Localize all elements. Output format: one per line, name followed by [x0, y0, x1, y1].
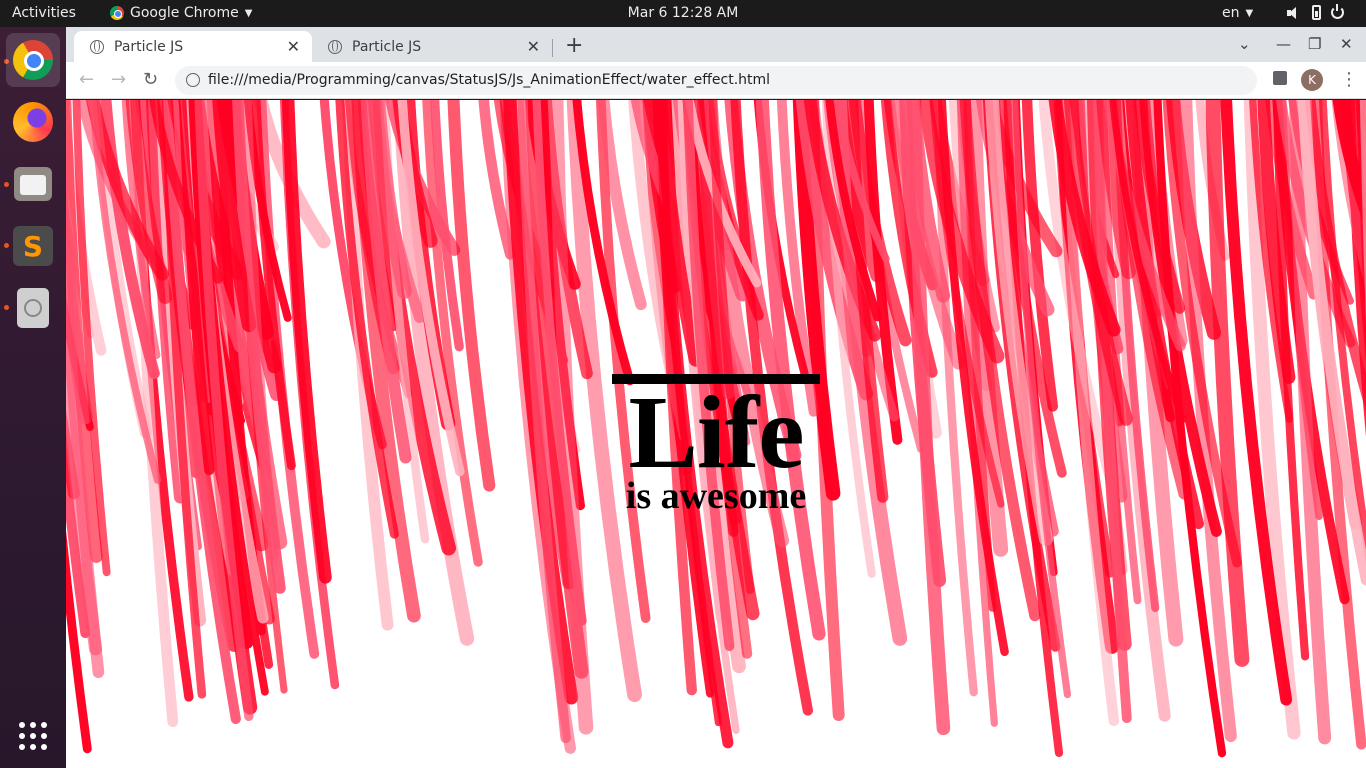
dock-files[interactable]	[6, 157, 60, 211]
input-language-menu[interactable]: en ▼	[1222, 5, 1253, 21]
close-tab-icon[interactable]: ✕	[287, 37, 300, 56]
tab-particle-js-1[interactable]: Particle JS ✕	[74, 31, 312, 62]
headline-block: Life is awesome	[612, 374, 820, 517]
apps-grid-icon[interactable]	[19, 722, 47, 750]
dock-disc-utility[interactable]	[6, 281, 60, 335]
volume-icon	[1286, 6, 1302, 20]
address-bar[interactable]: file:///media/Programming/canvas/StatusJ…	[175, 66, 1257, 95]
clock[interactable]: Mar 6 12:28 AM	[0, 5, 1366, 21]
caret-down-icon: ▼	[1245, 7, 1254, 19]
profile-avatar[interactable]: K	[1301, 69, 1323, 91]
page-info-icon[interactable]	[186, 73, 200, 87]
disc-icon	[17, 288, 49, 328]
globe-icon	[90, 39, 104, 54]
page-viewport: Life is awesome	[66, 100, 1366, 768]
extensions-puzzle-icon[interactable]	[1273, 71, 1287, 85]
sublime-text-icon: S	[13, 226, 53, 266]
system-top-bar: Activities Google Chrome ▼ Mar 6 12:28 A…	[0, 0, 1366, 27]
new-tab-button[interactable]: +	[565, 33, 583, 58]
forward-button[interactable]: →	[111, 69, 126, 90]
back-button[interactable]: ←	[79, 69, 94, 90]
firefox-icon	[13, 102, 53, 142]
tab-particle-js-2[interactable]: Particle JS ✕	[312, 31, 552, 62]
menu-kebab-icon[interactable]: ⋮	[1340, 69, 1358, 90]
close-window-button[interactable]: ✕	[1340, 35, 1353, 53]
language-label: en	[1222, 5, 1240, 21]
dock-sublime-text[interactable]: S	[6, 219, 60, 273]
system-menu[interactable]	[1286, 4, 1344, 20]
dock-chrome[interactable]	[6, 33, 60, 87]
power-icon	[1331, 4, 1344, 19]
close-tab-icon[interactable]: ✕	[527, 37, 540, 56]
tab-title: Particle JS	[352, 38, 422, 55]
browser-toolbar: ← → ↻ file:///media/Programming/canvas/S…	[66, 62, 1366, 99]
dock: S	[0, 27, 66, 768]
tab-search-icon[interactable]: ⌄	[1238, 35, 1251, 53]
files-icon	[14, 167, 52, 201]
headline-life: Life	[628, 375, 804, 490]
tab-strip: Particle JS ✕ Particle JS ✕ + ⌄ — ❐ ✕	[66, 27, 1366, 62]
url-text: file:///media/Programming/canvas/StatusJ…	[208, 72, 771, 88]
tab-separator	[552, 39, 553, 57]
tab-title: Particle JS	[114, 38, 184, 55]
minimize-button[interactable]: —	[1276, 35, 1291, 53]
dock-firefox[interactable]	[6, 95, 60, 149]
chrome-icon	[13, 40, 53, 80]
headline-subtitle: is awesome	[625, 475, 807, 517]
reload-button[interactable]: ↻	[143, 69, 158, 90]
restore-button[interactable]: ❐	[1308, 35, 1321, 53]
battery-icon	[1312, 5, 1321, 20]
globe-icon	[328, 39, 342, 54]
